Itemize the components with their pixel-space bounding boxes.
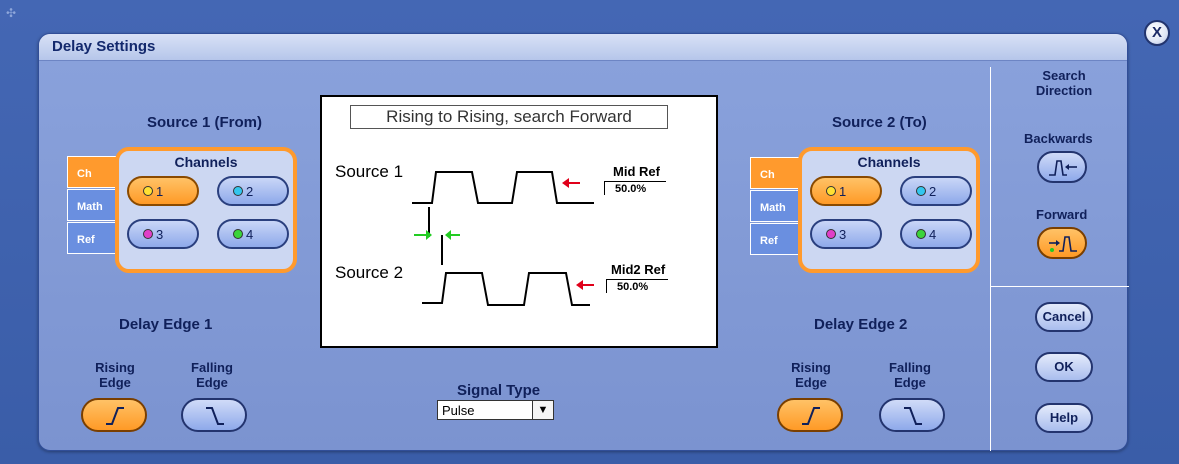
edge1-rising-label: Rising Edge bbox=[95, 360, 135, 390]
window-background: ✣ X Delay Settings Source 1 (From) Ch Ma… bbox=[0, 0, 1179, 464]
source2-tab-ref[interactable]: Ref bbox=[750, 223, 800, 255]
right-column-hdivider bbox=[991, 286, 1129, 287]
falling-edge-icon bbox=[206, 407, 224, 425]
search-direction-title: Search Direction bbox=[1035, 68, 1093, 98]
edge1-falling-label: Falling Edge bbox=[191, 360, 233, 390]
channel-label: 4 bbox=[929, 227, 937, 242]
close-button[interactable]: X bbox=[1144, 20, 1170, 46]
source1-tabs: Ch Math Ref bbox=[67, 156, 117, 255]
edge2-title: Delay Edge 2 bbox=[814, 316, 908, 333]
signal-type-value: Pulse bbox=[442, 403, 475, 418]
red-arrow-left-icon bbox=[562, 178, 580, 188]
ok-button[interactable]: OK bbox=[1035, 352, 1093, 382]
delay-preview-panel: Rising to Rising, search Forward Source … bbox=[320, 95, 718, 348]
search-forward-icon bbox=[1049, 236, 1077, 252]
channel-3-color-icon bbox=[826, 229, 836, 239]
source1-tab-ref[interactable]: Ref bbox=[67, 222, 117, 254]
channel-label: 3 bbox=[839, 227, 847, 242]
edge1-rising-button[interactable] bbox=[81, 398, 147, 432]
falling-edge-icon bbox=[904, 407, 922, 425]
source1-channels-label: Channels bbox=[174, 154, 238, 170]
source1-channel-4-button[interactable]: 4 bbox=[217, 219, 289, 249]
dialog-title: Delay Settings bbox=[52, 38, 156, 55]
edge2-falling-button[interactable] bbox=[879, 398, 945, 432]
source2-title: Source 2 (To) bbox=[832, 114, 927, 131]
source2-channel-1-button[interactable]: 1 bbox=[810, 176, 882, 206]
help-button[interactable]: Help bbox=[1035, 403, 1093, 433]
channel-label: 2 bbox=[929, 184, 937, 199]
backwards-button[interactable] bbox=[1037, 151, 1087, 183]
edge2-falling-label: Falling Edge bbox=[889, 360, 931, 390]
dialog-titlebar: Delay Settings bbox=[39, 34, 1127, 61]
source1-channel-2-button[interactable]: 2 bbox=[217, 176, 289, 206]
channel-label: 3 bbox=[156, 227, 164, 242]
rising-edge-icon bbox=[106, 407, 124, 425]
channel-label: 4 bbox=[246, 227, 254, 242]
source1-tab-math[interactable]: Math bbox=[67, 189, 117, 221]
source2-tab-math[interactable]: Math bbox=[750, 190, 800, 222]
backwards-label: Backwards bbox=[1024, 131, 1093, 146]
channel-label: 1 bbox=[156, 184, 164, 199]
source2-channel-3-button[interactable]: 3 bbox=[810, 219, 882, 249]
search-backwards-icon bbox=[1049, 160, 1077, 176]
edge2-rising-button[interactable] bbox=[777, 398, 843, 432]
source2-channels-label: Channels bbox=[857, 154, 921, 170]
rising-edge-icon bbox=[802, 407, 820, 425]
source2-channel-4-button[interactable]: 4 bbox=[900, 219, 972, 249]
waveform-diagram bbox=[412, 171, 594, 306]
source1-channel-3-button[interactable]: 3 bbox=[127, 219, 199, 249]
source2-channel-2-button[interactable]: 2 bbox=[900, 176, 972, 206]
red-arrow-left-icon bbox=[576, 280, 594, 290]
channel-2-color-icon bbox=[233, 186, 243, 196]
channel-4-color-icon bbox=[916, 229, 926, 239]
source2-tab-ch[interactable]: Ch bbox=[750, 157, 800, 189]
source1-channels-panel: Channels 1 2 3 4 bbox=[115, 147, 297, 273]
source1-waveform bbox=[412, 171, 594, 204]
dropdown-arrow-icon[interactable]: ▼ bbox=[532, 401, 553, 419]
channel-1-color-icon bbox=[826, 186, 836, 196]
source2-tabs: Ch Math Ref bbox=[750, 157, 800, 256]
forward-label: Forward bbox=[1036, 207, 1088, 222]
source2-waveform bbox=[422, 272, 590, 306]
channel-4-color-icon bbox=[233, 229, 243, 239]
signal-type-label: Signal Type bbox=[457, 382, 541, 399]
signal-type-select[interactable]: Pulse ▼ bbox=[437, 400, 554, 420]
edge1-falling-button[interactable] bbox=[181, 398, 247, 432]
right-column-divider bbox=[990, 67, 991, 451]
forward-button[interactable] bbox=[1037, 227, 1087, 259]
edge2-rising-label: Rising Edge bbox=[791, 360, 831, 390]
edge1-title: Delay Edge 1 bbox=[119, 316, 213, 333]
green-arrow-left-icon bbox=[445, 230, 460, 240]
source1-channel-1-button[interactable]: 1 bbox=[127, 176, 199, 206]
cancel-button[interactable]: Cancel bbox=[1035, 302, 1093, 332]
channel-3-color-icon bbox=[143, 229, 153, 239]
delay-settings-dialog: Delay Settings Source 1 (From) Ch Math R… bbox=[38, 33, 1129, 451]
source1-title: Source 1 (From) bbox=[147, 114, 263, 131]
channel-label: 2 bbox=[246, 184, 254, 199]
channel-2-color-icon bbox=[916, 186, 926, 196]
channel-label: 1 bbox=[839, 184, 847, 199]
resize-grip-icon[interactable]: ✣ bbox=[6, 6, 20, 20]
source2-channels-panel: Channels 1 2 3 4 bbox=[798, 147, 980, 273]
channel-1-color-icon bbox=[143, 186, 153, 196]
source1-tab-ch[interactable]: Ch bbox=[67, 156, 117, 188]
